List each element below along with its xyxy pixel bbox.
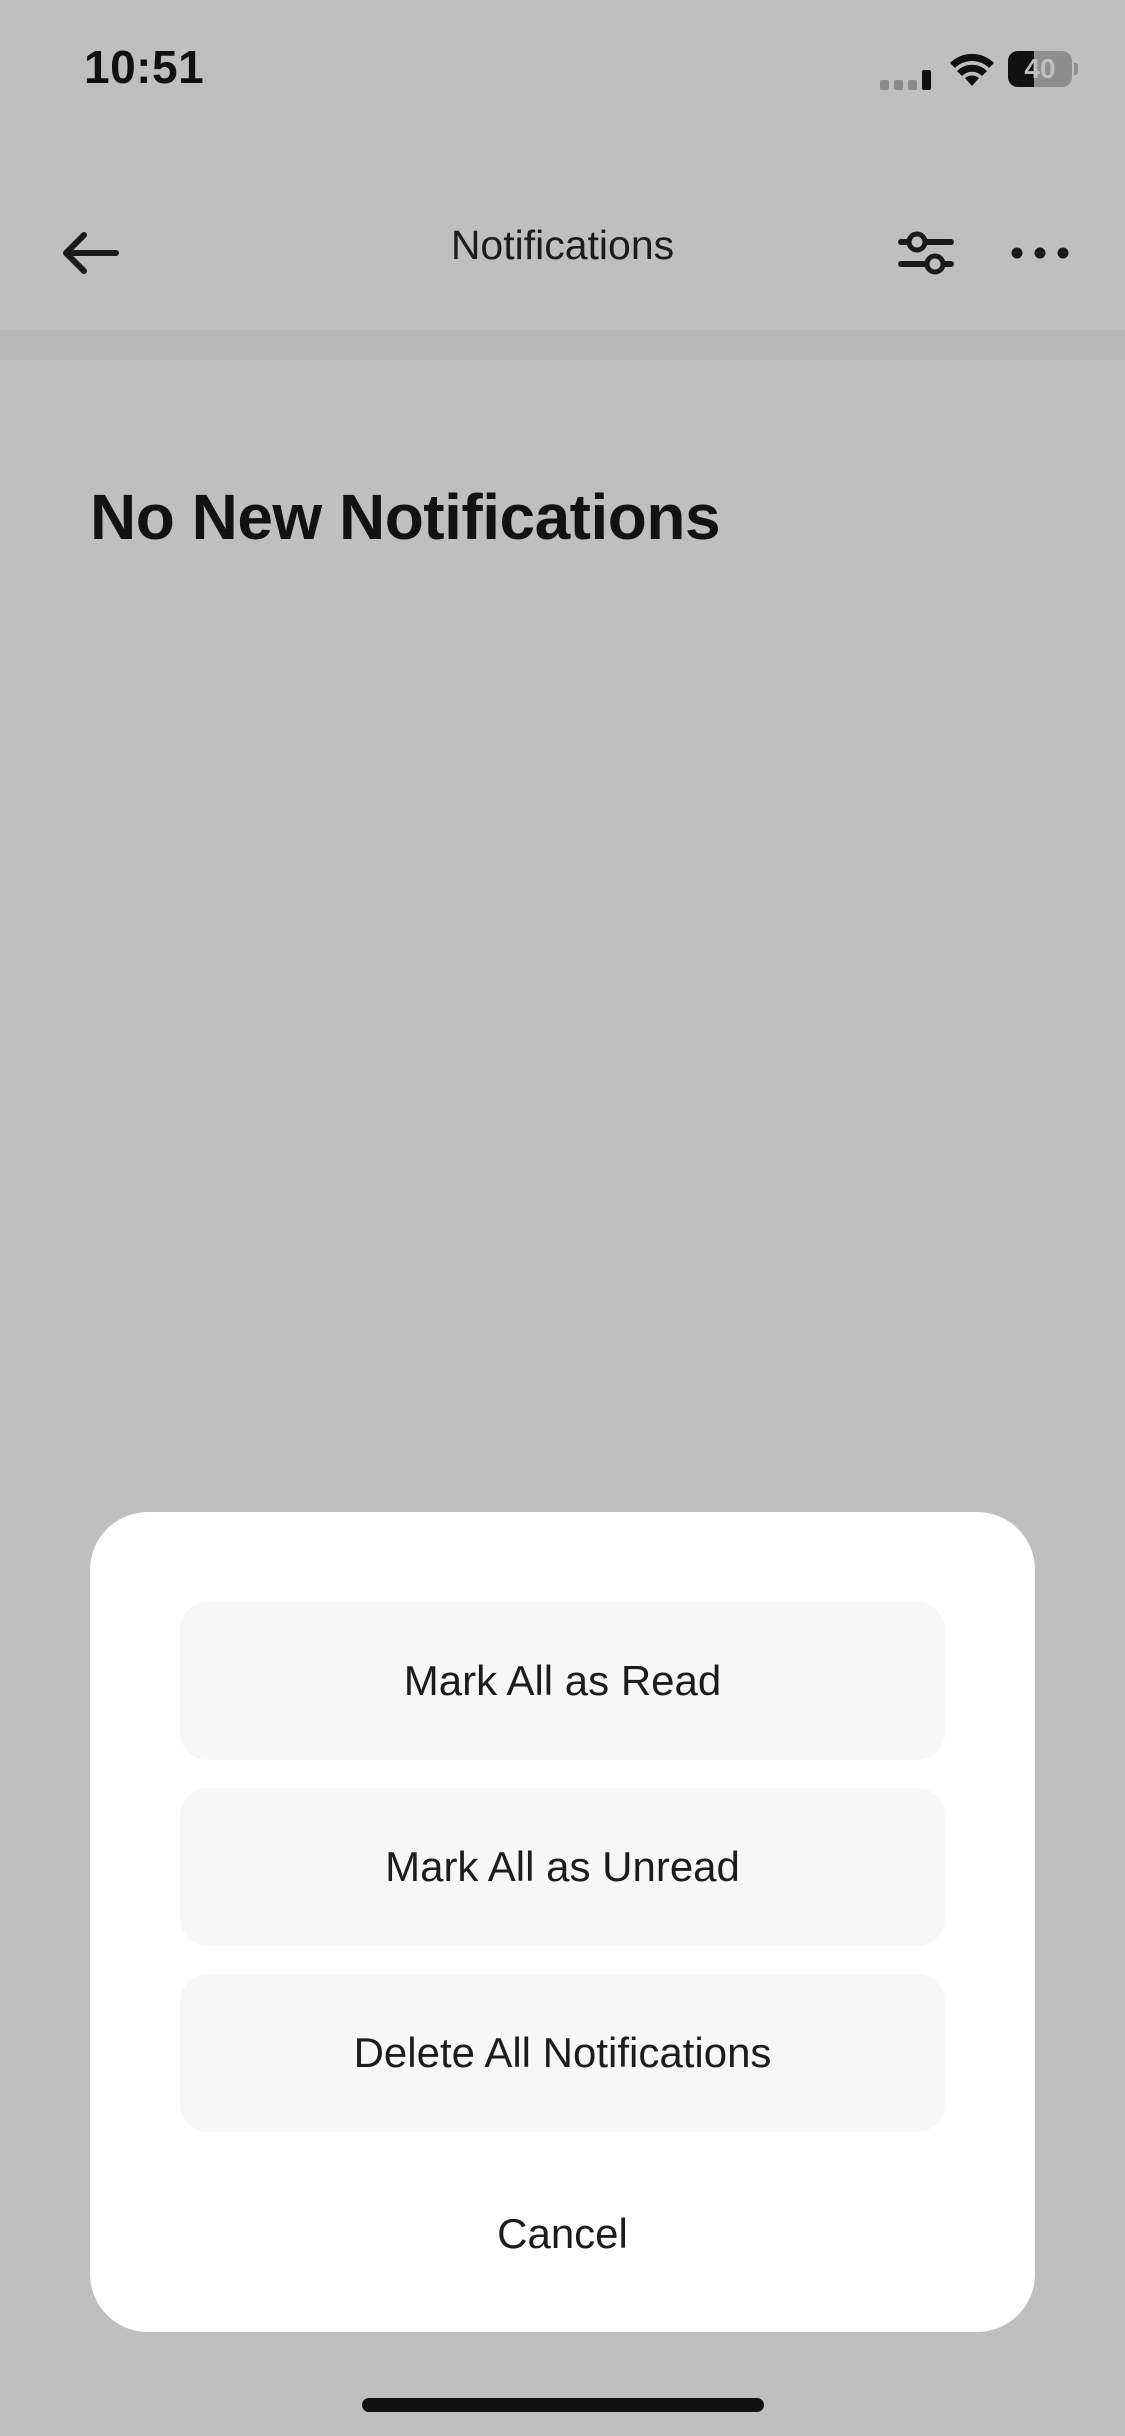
sliders-icon <box>898 231 954 275</box>
mark-all-read-button[interactable]: Mark All as Read <box>180 1602 945 1760</box>
empty-state-title: No New Notifications <box>90 481 721 553</box>
filter-button[interactable] <box>888 218 964 288</box>
battery-level: 40 <box>1024 53 1056 84</box>
battery-body: 40 <box>1008 51 1072 87</box>
delete-all-notifications-button[interactable]: Delete All Notifications <box>180 1974 945 2132</box>
cellular-signal-icon <box>880 70 931 90</box>
status-time: 10:51 <box>84 41 205 93</box>
cancel-button[interactable]: Cancel <box>180 2172 945 2296</box>
battery-icon: 40 <box>1008 51 1078 87</box>
battery-tip <box>1074 63 1078 75</box>
wifi-icon <box>950 53 994 86</box>
nav-divider <box>0 330 1125 360</box>
status-bar: 10:51 40 <box>0 0 1125 140</box>
navigation-bar: Notifications <box>0 140 1125 330</box>
more-options-button[interactable] <box>1000 218 1080 288</box>
home-indicator[interactable] <box>362 2398 764 2412</box>
action-sheet: Mark All as Read Mark All as Unread Dele… <box>90 1512 1035 2332</box>
mark-all-unread-button[interactable]: Mark All as Unread <box>180 1788 945 1946</box>
ellipsis-icon <box>1011 247 1069 259</box>
